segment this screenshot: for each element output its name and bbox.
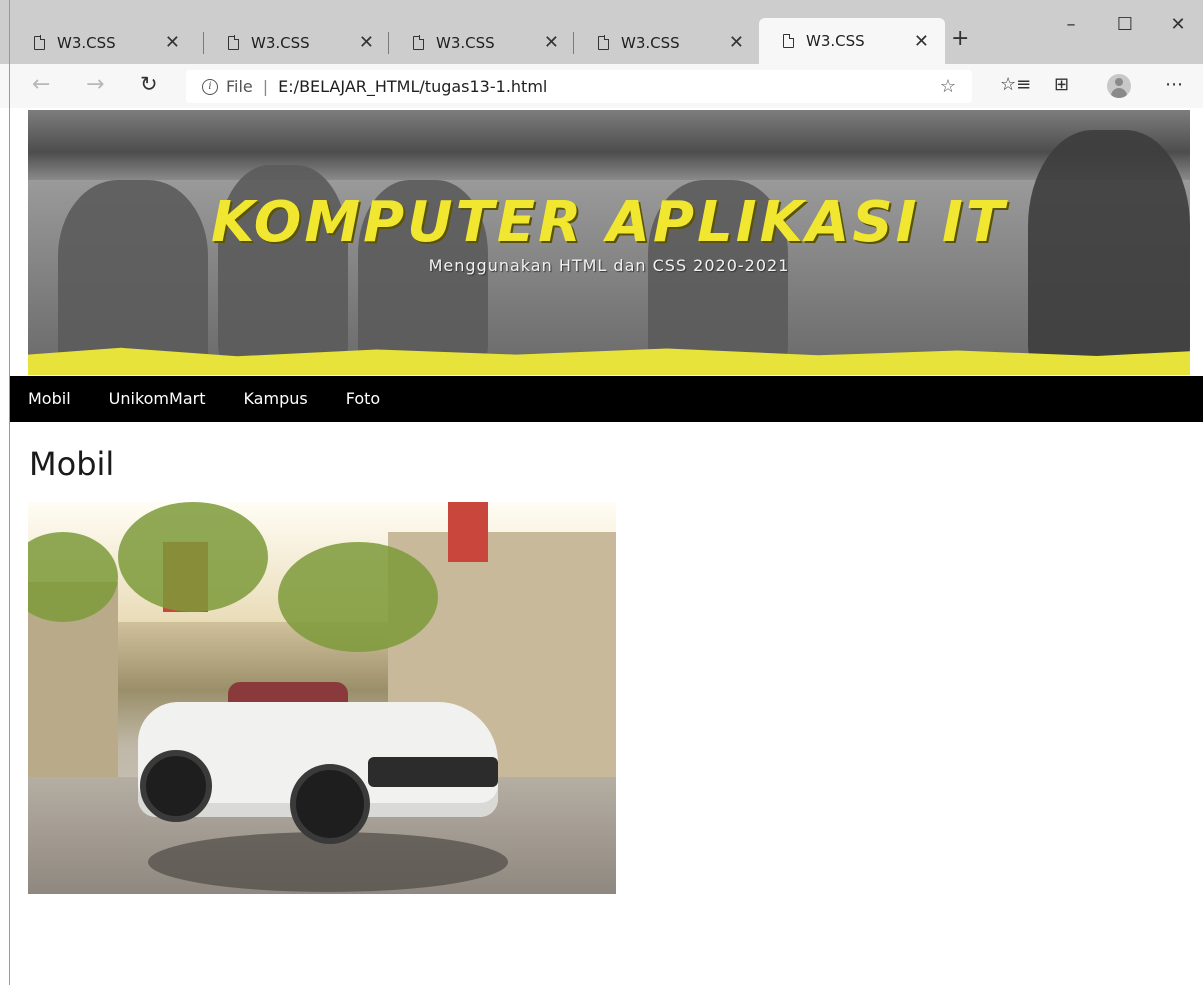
favorites-list-icon[interactable]: ☆≡ (1000, 74, 1031, 95)
site-navbar: Mobil UnikomMart Kampus Foto (10, 376, 1203, 422)
info-icon[interactable]: i (202, 78, 218, 95)
address-scheme: File (226, 77, 253, 96)
page-icon (413, 35, 425, 50)
photo-palm (118, 502, 268, 612)
header-banner-image: KOMPUTER APLIKASI IT Menggunakan HTML da… (28, 110, 1190, 375)
page-heading: Mobil (29, 445, 115, 483)
tab-5-active[interactable]: W3.CSS ✕ (759, 18, 945, 64)
banner-title: KOMPUTER APLIKASI IT (210, 190, 1008, 255)
refresh-icon[interactable]: ↻ (140, 72, 158, 96)
close-window-icon[interactable]: ✕ (1155, 14, 1201, 35)
photo-palm (278, 542, 438, 652)
tab-4[interactable]: W3.CSS ✕ (574, 22, 760, 63)
window-border (9, 0, 10, 985)
favorite-star-icon[interactable]: ☆ (940, 76, 956, 97)
photo-car-grille (368, 757, 498, 787)
page-icon (783, 33, 795, 48)
address-bar[interactable]: i File | E:/BELAJAR_HTML/tugas13-1.html … (186, 70, 972, 103)
tab-close-icon[interactable]: ✕ (544, 32, 559, 53)
tab-3[interactable]: W3.CSS ✕ (389, 22, 575, 63)
nav-item-mobil[interactable]: Mobil (10, 376, 90, 422)
tab-strip: W3.CSS ✕ W3.CSS ✕ W3.CSS ✕ W3.CSS ✕ W3.C… (0, 0, 1203, 64)
browser-window: W3.CSS ✕ W3.CSS ✕ W3.CSS ✕ W3.CSS ✕ W3.C… (0, 0, 1203, 985)
page-icon (34, 35, 46, 50)
page-icon (228, 35, 240, 50)
tab-1[interactable]: W3.CSS ✕ (10, 22, 196, 63)
photo-car-wheel (290, 764, 370, 844)
photo-car-wheel (140, 750, 212, 822)
page-icon (598, 35, 610, 50)
address-url[interactable]: E:/BELAJAR_HTML/tugas13-1.html (278, 77, 547, 96)
back-icon[interactable]: ← (32, 72, 50, 97)
tab-2[interactable]: W3.CSS ✕ (204, 22, 390, 63)
tab-title: W3.CSS (436, 33, 495, 52)
address-divider: | (262, 77, 269, 96)
minimize-icon[interactable]: – (1048, 14, 1094, 35)
car-photo (28, 502, 616, 894)
collections-icon[interactable]: ⊞ (1054, 74, 1069, 95)
tab-title: W3.CSS (251, 33, 310, 52)
tab-close-icon[interactable]: ✕ (359, 32, 374, 53)
new-tab-icon[interactable]: + (951, 26, 969, 51)
tab-close-icon[interactable]: ✕ (914, 31, 929, 52)
forward-icon[interactable]: → (86, 72, 104, 97)
photo-street-banner (448, 502, 488, 562)
maximize-icon[interactable]: ☐ (1102, 14, 1148, 35)
banner-background (28, 110, 1190, 180)
tab-close-icon[interactable]: ✕ (729, 32, 744, 53)
tab-title: W3.CSS (806, 32, 865, 50)
tab-title: W3.CSS (621, 33, 680, 52)
profile-avatar-icon[interactable] (1107, 74, 1131, 98)
banner-subtitle: Menggunakan HTML dan CSS 2020-2021 (428, 256, 790, 275)
more-menu-icon[interactable]: ⋯ (1165, 74, 1183, 95)
nav-item-kampus[interactable]: Kampus (224, 376, 326, 422)
browser-toolbar: ← → ↻ i File | E:/BELAJAR_HTML/tugas13-1… (0, 64, 1203, 108)
nav-item-unikommart[interactable]: UnikomMart (90, 376, 225, 422)
nav-item-foto[interactable]: Foto (327, 376, 399, 422)
tab-close-icon[interactable]: ✕ (165, 32, 180, 53)
tab-title: W3.CSS (57, 33, 116, 52)
